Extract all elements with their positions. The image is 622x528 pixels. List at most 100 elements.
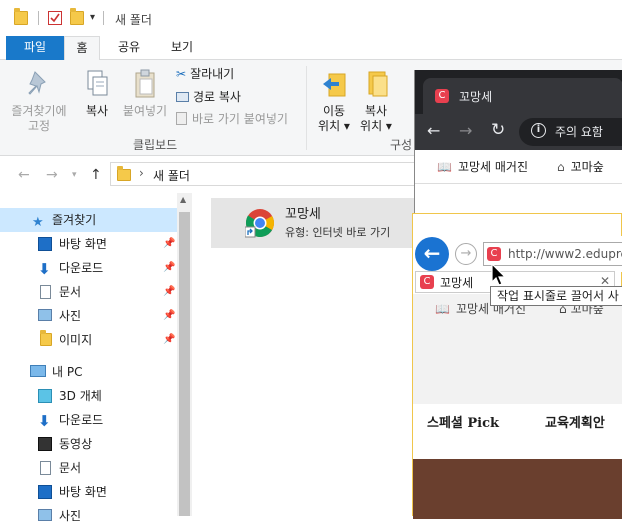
nav-this-pc[interactable]: 내 PC [0,360,177,384]
forward-arrow-icon[interactable]: → [455,243,477,265]
recent-dropdown-icon[interactable]: ▾ [72,170,77,180]
properties-icon[interactable] [48,11,62,25]
nav-item-label: 다운로드 [59,261,104,275]
copy-to-button[interactable]: 복사 위치 ▾ [356,68,396,134]
window-title: 새 폴더 [115,13,152,27]
pin-to-quick-access-button[interactable]: 즐겨찾기에 고정 [8,68,70,134]
pin-icon[interactable]: 📌 [163,256,175,280]
pin-icon [24,68,54,100]
paste-shortcut-label: 바로 가기 붙여넣기 [192,112,288,126]
quick-access-dropdown[interactable]: ▾ [90,12,95,23]
new-folder-icon[interactable] [70,8,84,25]
nav-item-images[interactable]: 이미지 📌 [0,328,177,352]
tab-home[interactable]: 홈 [64,36,100,61]
download-arrow-icon: ⬇ [38,260,51,278]
pin-icon[interactable]: 📌 [163,304,175,328]
copy-path-icon [176,92,189,102]
title-separator-2 [103,11,104,25]
nav-pc-desktop[interactable]: 바탕 화면 [0,480,177,504]
reload-icon[interactable]: ↻ [491,120,505,140]
nav-item-documents[interactable]: 문서 📌 [0,280,177,304]
nav-pc-documents[interactable]: 문서 [0,456,177,480]
cut-label: 잘라내기 [190,67,235,81]
book-icon: 📖 [437,160,452,174]
copy-path-label: 경로 복사 [193,90,241,104]
title-bar: ▾ 새 폴더 [0,0,622,36]
document-icon [40,285,51,299]
move-to-button[interactable]: 이동 위치 ▾ [314,68,354,134]
nav-scroll-thumb[interactable] [179,212,190,516]
omnibox[interactable]: i 주의 요함 [519,118,622,146]
nav-item-desktop[interactable]: 바탕 화면 📌 [0,232,177,256]
chrome-icon [244,208,275,238]
title-separator [38,11,39,25]
navigation-pane: ★ 즐겨찾기 바탕 화면 📌 ⬇ 다운로드 📌 문서 📌 사진 📌 이미지 📌 [0,193,193,523]
copy-to-icon [361,68,391,100]
ie-tab-title: 꼬망세 [440,276,474,290]
back-arrow-icon[interactable]: ← [18,167,30,183]
clipboard-group-label: 클립보드 [133,138,178,152]
pin-icon[interactable]: 📌 [163,232,175,256]
copy-icon [82,68,112,100]
nav-item-label: 바탕 화면 [59,485,107,499]
ie-page-menu: 스페셜 Pick 교육계획안 [413,404,622,459]
nav-item-label: 사진 [59,509,82,523]
paste-label: 붙여넣기 [122,104,168,118]
film-icon [38,437,52,451]
copy-path-button[interactable]: 경로 복사 [176,88,241,106]
ie-navigation-bar: ← → C http://www2.edupre. [413,236,622,272]
tab-file[interactable]: 파일 [6,36,64,60]
tab-share[interactable]: 공유 [108,36,150,60]
paste-button[interactable]: 붙여넣기 [120,68,170,119]
forward-arrow-icon[interactable]: → [459,121,472,140]
tab-view[interactable]: 보기 [160,36,204,60]
nav-quick-access-label: 즐겨찾기 [52,213,97,227]
nav-item-label: 동영상 [59,437,93,451]
nav-item-downloads[interactable]: ⬇ 다운로드 📌 [0,256,177,280]
copy-to-label: 복사 위치 ▾ [360,104,392,133]
site-favicon: C [420,275,434,289]
back-arrow-icon[interactable]: ← [415,237,449,271]
address-separator: › [139,166,144,180]
paste-shortcut-button[interactable]: 바로 가기 붙여넣기 [176,110,288,128]
pictures-icon [38,509,52,521]
paste-icon [130,68,160,100]
nav-item-pictures[interactable]: 사진 📌 [0,304,177,328]
forward-arrow-icon[interactable]: → [46,167,58,183]
back-arrow-icon[interactable]: ← [427,121,440,140]
ie-url[interactable]: http://www2.edupre. [508,247,622,261]
file-item-shortcut[interactable]: 꼬망세 유형: 인터넷 바로 가기 [211,198,421,248]
nav-item-label: 이미지 [59,333,93,347]
bookmark-forest[interactable]: ⌂ 꼬마숲 [557,158,604,175]
bookmark-magazine[interactable]: 📖 꼬망세 매거진 [437,158,528,175]
address-bar[interactable]: › 새 폴더 [110,162,415,186]
address-folder-icon [117,166,131,181]
computer-icon [30,365,46,377]
nav-pc-pictures[interactable]: 사진 [0,504,177,528]
cut-button[interactable]: ✂ 잘라내기 [176,65,234,83]
copy-button[interactable]: 복사 [78,68,116,119]
ie-page-header: 📖 꼬망세 매거진 ⌂ 꼬마숲 [413,294,622,404]
nav-item-label: 바탕 화면 [59,237,107,251]
info-icon[interactable]: i [531,123,546,138]
pin-label: 즐겨찾기에 고정 [11,104,67,133]
move-to-label: 이동 위치 ▾ [318,104,350,133]
scroll-up-icon[interactable]: ▲ [180,195,186,204]
nav-pc-downloads[interactable]: ⬇ 다운로드 [0,408,177,432]
address-path[interactable]: 새 폴더 [153,167,190,184]
pin-icon[interactable]: 📌 [163,280,175,304]
pictures-icon [38,309,52,321]
ie-page-banner [413,459,622,519]
paste-shortcut-icon [176,112,187,125]
chrome-tab[interactable]: C 꼬망세 [423,78,622,114]
nav-pc-3d-objects[interactable]: 3D 개체 [0,384,177,408]
up-arrow-icon[interactable]: ↑ [90,167,102,183]
menu-lesson-plan[interactable]: 교육계획안 [545,412,605,431]
chrome-toolbar: ← → ↻ i 주의 요함 [415,114,622,150]
nav-pc-videos[interactable]: 동영상 [0,432,177,456]
nav-item-label: 사진 [59,309,82,323]
menu-special-pick[interactable]: 스페셜 Pick [427,412,499,431]
nav-quick-access[interactable]: ★ 즐겨찾기 [0,208,177,232]
pin-icon[interactable]: 📌 [163,328,175,352]
copy-label: 복사 [85,104,109,118]
